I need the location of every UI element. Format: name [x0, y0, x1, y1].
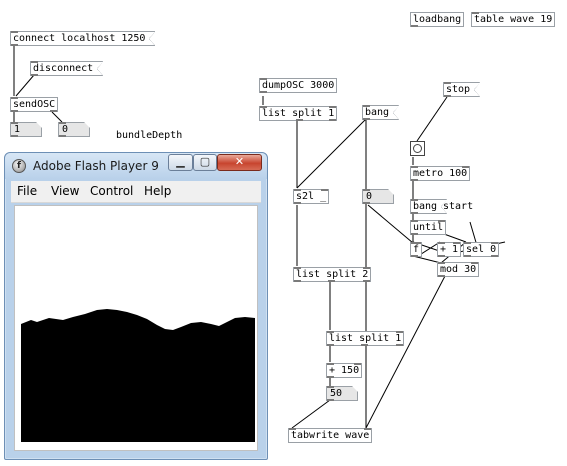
bundle-depth-comment: bundleDepth — [116, 130, 183, 141]
connect-message[interactable]: connect localhost 1250 — [10, 31, 155, 46]
menu-control[interactable]: Control — [90, 184, 133, 198]
f-object[interactable]: f — [410, 242, 423, 257]
sel-0-label: sel 0 — [466, 244, 497, 255]
bang-message-label: bang — [365, 107, 390, 118]
bang-message-2-label: bang — [413, 201, 438, 212]
mod-30-object[interactable]: mod 30 — [437, 262, 480, 277]
menu-help[interactable]: Help — [144, 184, 171, 198]
dumposc-label: dumpOSC 3000 — [262, 80, 335, 91]
stop-label: stop — [446, 84, 471, 95]
minimize-icon: ▁ — [176, 155, 185, 168]
flash-menubar: File View Control Help — [11, 181, 261, 203]
mod-30-label: mod 30 — [440, 264, 477, 275]
metro-label: metro 100 — [413, 168, 468, 179]
plus-150-label: + 150 — [329, 365, 360, 376]
pd-patch-canvas[interactable]: connect localhost 1250 disconnect sendOS… — [0, 0, 567, 466]
sendosc-object[interactable]: sendOSC — [10, 97, 59, 112]
tabwrite-wave-object[interactable]: tabwrite wave — [288, 428, 373, 443]
maximize-button[interactable]: ▢ — [193, 154, 217, 171]
dumposc-object[interactable]: dumpOSC 3000 — [259, 78, 338, 93]
disconnect-message[interactable]: disconnect — [30, 61, 103, 76]
until-label: until — [413, 222, 444, 233]
flash-stage[interactable] — [14, 205, 258, 451]
number-box-0-value: 0 — [62, 124, 69, 135]
loadbang-label: loadbang — [413, 14, 462, 25]
number-box-50-value: 50 — [330, 388, 343, 399]
bang-message[interactable]: bang — [362, 105, 399, 120]
sel-0-object[interactable]: sel 0 — [463, 242, 500, 257]
waveform-display — [21, 309, 255, 442]
until-object[interactable]: until — [410, 220, 447, 235]
menu-view[interactable]: View — [51, 184, 79, 198]
f-label: f — [413, 244, 420, 255]
disconnect-label: disconnect — [33, 63, 94, 74]
number-box-1[interactable]: 1 — [10, 122, 42, 137]
s2l-label: s2l _ — [296, 191, 327, 202]
flash-window-title: Adobe Flash Player 9 — [33, 159, 159, 173]
table-wave-object[interactable]: table wave 19 — [471, 12, 556, 27]
table-wave-label: table wave 19 — [474, 14, 553, 25]
connect-label: connect localhost 1250 — [13, 33, 146, 44]
tabwrite-wave-label: tabwrite wave — [291, 430, 370, 441]
flash-app-icon: f — [12, 159, 26, 173]
plus-1-label: + 1 — [440, 244, 459, 255]
list-split-1-top-object[interactable]: list split 1 — [259, 106, 338, 121]
minimize-button[interactable]: ▁ — [168, 154, 193, 171]
plus-150-object[interactable]: + 150 — [326, 363, 363, 378]
number-box-0[interactable]: 0 — [58, 122, 90, 137]
sendosc-label: sendOSC — [13, 99, 56, 110]
bang-button[interactable] — [410, 141, 425, 156]
list-split-1-bottom-object[interactable]: list split 1 — [326, 331, 405, 346]
loadbang-object[interactable]: loadbang — [410, 12, 465, 27]
number-box-1-value: 1 — [14, 124, 21, 135]
s2l-object[interactable]: s2l _ — [293, 189, 330, 204]
waveform-shape — [21, 309, 255, 442]
list-split-1-top-label: list split 1 — [262, 108, 335, 119]
bang-message-2[interactable]: bang — [410, 199, 447, 214]
plus-1-object[interactable]: + 1 — [437, 242, 462, 257]
number-box-50[interactable]: 50 — [326, 386, 358, 401]
list-split-2-object[interactable]: list split 2 — [293, 267, 372, 282]
close-icon: ✕ — [234, 155, 245, 168]
number-box-mid[interactable]: 0 — [362, 189, 394, 204]
metro-object[interactable]: metro 100 — [410, 166, 471, 181]
close-button[interactable]: ✕ — [217, 154, 262, 171]
number-box-mid-value: 0 — [366, 191, 373, 202]
menu-file[interactable]: File — [17, 184, 37, 198]
flash-titlebar[interactable]: f Adobe Flash Player 9 ▁ ▢ ✕ — [5, 153, 267, 179]
flash-player-window[interactable]: f Adobe Flash Player 9 ▁ ▢ ✕ File View C… — [4, 152, 268, 460]
list-split-2-label: list split 2 — [296, 269, 369, 280]
maximize-icon: ▢ — [199, 155, 211, 168]
stop-message[interactable]: stop — [443, 82, 480, 97]
start-comment: start — [443, 201, 474, 212]
list-split-1-bottom-label: list split 1 — [329, 333, 402, 344]
